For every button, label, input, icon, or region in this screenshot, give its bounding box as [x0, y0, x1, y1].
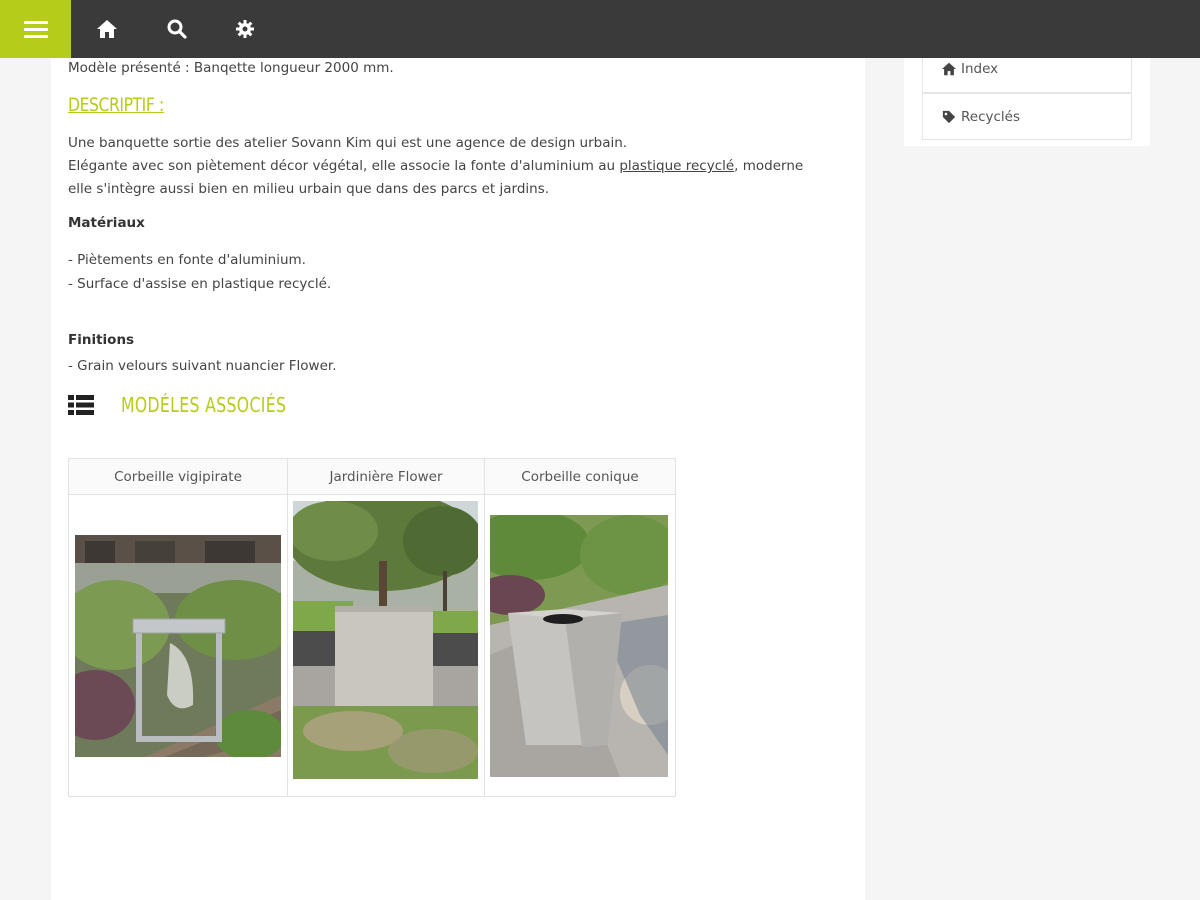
model-name[interactable]: Corbeille conique — [485, 459, 675, 495]
top-navbar — [0, 0, 1200, 58]
jardiniere-flower-photo[interactable] — [293, 501, 478, 779]
desc-line-2: Elégante avec son piètement décor végéta… — [68, 155, 828, 178]
sidebar-item-recycles[interactable]: Recyclés — [922, 93, 1132, 140]
model-card-corbeille-conique[interactable]: Corbeille conique — [485, 459, 675, 796]
search-button[interactable] — [165, 18, 189, 40]
home-icon — [942, 62, 956, 76]
list-item: - Surface d'assise en plastique recyclé. — [68, 276, 332, 292]
sidebar-item-label: Index — [961, 61, 999, 77]
menu-button[interactable] — [0, 0, 71, 58]
home-button[interactable] — [95, 18, 119, 40]
list-item: - Piètements en fonte d'aluminium. — [68, 252, 306, 268]
desc-line-2-end: , moderne — [734, 158, 804, 174]
settings-button[interactable] — [233, 18, 257, 40]
sidebar-item-label: Recyclés — [961, 108, 1021, 125]
associated-models-heading: Modéles Associés — [121, 393, 287, 417]
home-icon — [97, 20, 117, 38]
model-presented-text: Modèle présenté : Banqette longueur 2000… — [68, 60, 394, 76]
model-name[interactable]: Corbeille vigipirate — [69, 459, 287, 495]
corbeille-vigipirate-photo[interactable] — [75, 535, 281, 757]
model-card-jardiniere-flower[interactable]: Jardinière Flower — [288, 459, 485, 796]
materiaux-label: Matériaux — [68, 215, 145, 231]
associated-models-table: Corbeille vigipirate Jardinière Flower C… — [68, 458, 676, 797]
desc-line-2-start: Elégante avec son piètement décor végéta… — [68, 158, 620, 174]
gear-icon — [236, 20, 254, 38]
materiaux-list: - Piètements en fonte d'aluminium. - Sur… — [68, 248, 331, 296]
hamburger-icon — [23, 21, 48, 38]
tag-icon — [942, 110, 956, 123]
descriptif-heading: DESCRIPTIF : — [68, 94, 164, 116]
desc-line-1: Une banquette sortie des atelier Sovann … — [68, 135, 628, 151]
finitions-list: - Grain velours suivant nuancier Flower. — [68, 354, 337, 378]
search-icon — [167, 19, 187, 39]
model-card-corbeille-vigipirate[interactable]: Corbeille vigipirate — [69, 459, 288, 796]
model-name[interactable]: Jardinière Flower — [288, 459, 484, 495]
product-description: Une banquette sortie des atelier Sovann … — [68, 132, 828, 201]
list-item: - Grain velours suivant nuancier Flower. — [68, 358, 337, 374]
desc-line-3: elle s'intègre aussi bien en milieu urba… — [68, 181, 550, 197]
recycled-plastic-link[interactable]: plastique recyclé — [619, 158, 734, 174]
finitions-label: Finitions — [68, 332, 135, 348]
corbeille-conique-photo[interactable] — [490, 515, 668, 777]
list-icon — [68, 395, 94, 415]
